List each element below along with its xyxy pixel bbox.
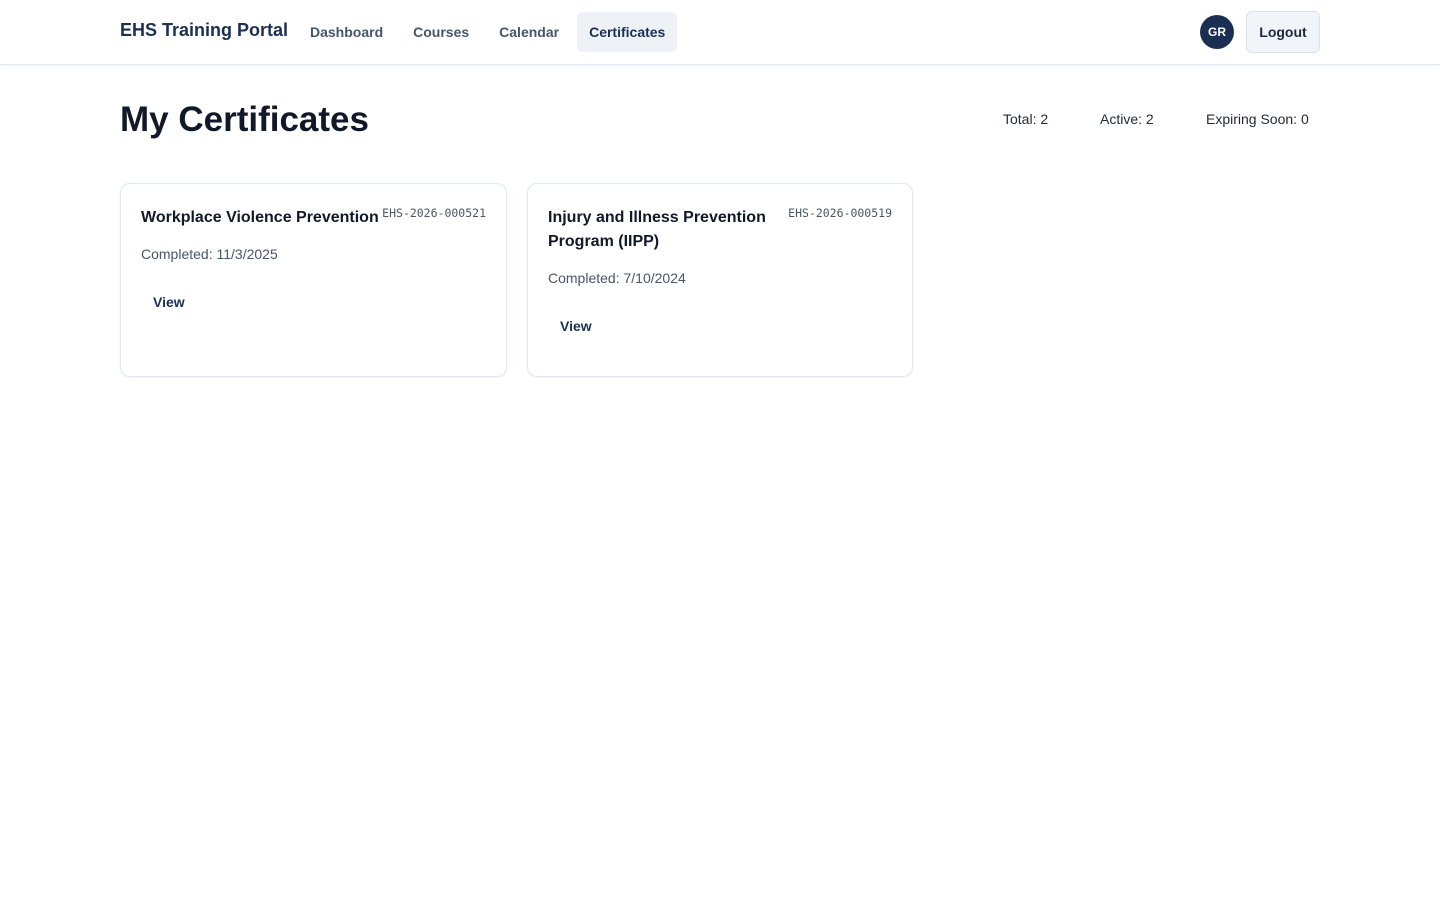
- logout-button[interactable]: Logout: [1246, 11, 1320, 53]
- nav-certificates[interactable]: Certificates: [577, 12, 678, 52]
- certificate-id: EHS-2026-000519: [788, 206, 892, 220]
- nav-courses[interactable]: Courses: [401, 12, 481, 52]
- certificate-id: EHS-2026-000521: [382, 206, 486, 220]
- certificate-title: Injury and Illness Prevention Program (I…: [548, 209, 766, 250]
- certificate-card: Injury and Illness Prevention Program (I…: [527, 183, 913, 377]
- page-title: My Certificates: [120, 100, 369, 139]
- nav-dashboard[interactable]: Dashboard: [298, 12, 395, 52]
- view-certificate-button[interactable]: View: [548, 312, 604, 340]
- user-avatar[interactable]: GR: [1200, 15, 1234, 49]
- nav-calendar[interactable]: Calendar: [487, 12, 571, 52]
- certificate-card: Workplace Violence Prevention EHS-2026-0…: [120, 183, 507, 377]
- stat-total: Total: 2: [1003, 111, 1049, 127]
- certificate-title: Workplace Violence Prevention: [141, 209, 379, 226]
- certificate-stats: Total: 2 Active: 2 Expiring Soon: 0: [1003, 111, 1309, 127]
- main-nav: Dashboard Courses Calendar Certificates: [298, 12, 678, 52]
- stat-expiring-soon: Expiring Soon: 0: [1206, 111, 1309, 127]
- brand-title[interactable]: EHS Training Portal: [120, 20, 288, 41]
- certificate-completed-date: Completed: 7/10/2024: [548, 270, 686, 286]
- certificate-completed-date: Completed: 11/3/2025: [141, 246, 278, 262]
- stat-active: Active: 2: [1100, 111, 1154, 127]
- top-navigation-bar: EHS Training Portal Dashboard Courses Ca…: [0, 0, 1440, 65]
- view-certificate-button[interactable]: View: [141, 288, 197, 316]
